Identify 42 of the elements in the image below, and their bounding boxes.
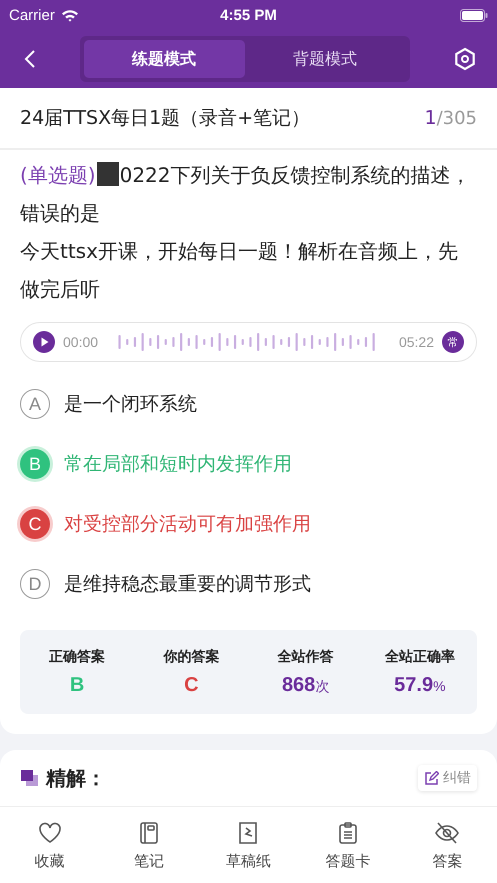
stat-label: 全站正确率 [384, 648, 455, 666]
option-text[interactable]: 是一个闭环系统 [64, 391, 197, 417]
stat-value: C [184, 674, 199, 696]
section-title: 精解： [46, 764, 107, 792]
stat-value: 868次 [282, 674, 330, 696]
mode-tab[interactable]: 背题模式 [244, 40, 406, 78]
toolbar-item[interactable]: 笔记 [109, 820, 190, 870]
question-total: /305 [436, 108, 477, 129]
option-letter[interactable]: C [20, 509, 50, 539]
speed-badge[interactable]: 常 [442, 331, 464, 353]
wifi-icon [60, 8, 79, 22]
question-note: 今天ttsx开课，开始每日一题！解析在音频上，先做完后听 [20, 238, 459, 303]
status-time: 4:55 PM [220, 6, 277, 24]
eye-off-icon [434, 820, 460, 846]
quiz-title: 24届TTSX每日1题（录音+笔记） [20, 106, 310, 131]
stat-label: 你的答案 [163, 648, 220, 666]
option-text[interactable]: 对受控部分活动可有加强作用 [64, 511, 311, 537]
stat-label: 正确答案 [49, 648, 106, 666]
mode-tab[interactable]: 练题模式 [84, 40, 244, 78]
audio-start-time: 00:00 [63, 334, 98, 350]
back-icon[interactable] [24, 49, 36, 69]
stat-value: B [70, 674, 84, 696]
toolbar-item[interactable]: 答题卡 [308, 820, 388, 870]
question-number: 1 [424, 107, 437, 129]
carrier-label: Carrier [9, 6, 55, 24]
play-icon[interactable] [33, 331, 55, 353]
option-letter[interactable]: D [20, 569, 50, 599]
battery-icon [460, 8, 488, 22]
report-error-button[interactable]: 纠错 [418, 765, 477, 791]
option-letter[interactable]: A [20, 389, 50, 419]
settings-icon[interactable] [453, 47, 477, 71]
heart-icon [36, 820, 63, 846]
stat-label: 全站作答 [278, 648, 334, 666]
toolbar-item[interactable]: 草稿纸 [208, 820, 288, 870]
toolbar-item[interactable]: 收藏 [10, 820, 90, 870]
toolbar-item[interactable]: 答案 [407, 820, 488, 870]
stat-value: 57.9% [394, 674, 446, 696]
section-icon [20, 769, 40, 787]
audio-end-time: 05:22 [398, 334, 434, 350]
option-text[interactable]: 是维持稳态最重要的调节形式 [64, 571, 311, 597]
edit-icon [424, 770, 439, 786]
question-text: (单选题) 0222下列关于负反馈控制系统的描述，错误的是 [20, 161, 472, 227]
